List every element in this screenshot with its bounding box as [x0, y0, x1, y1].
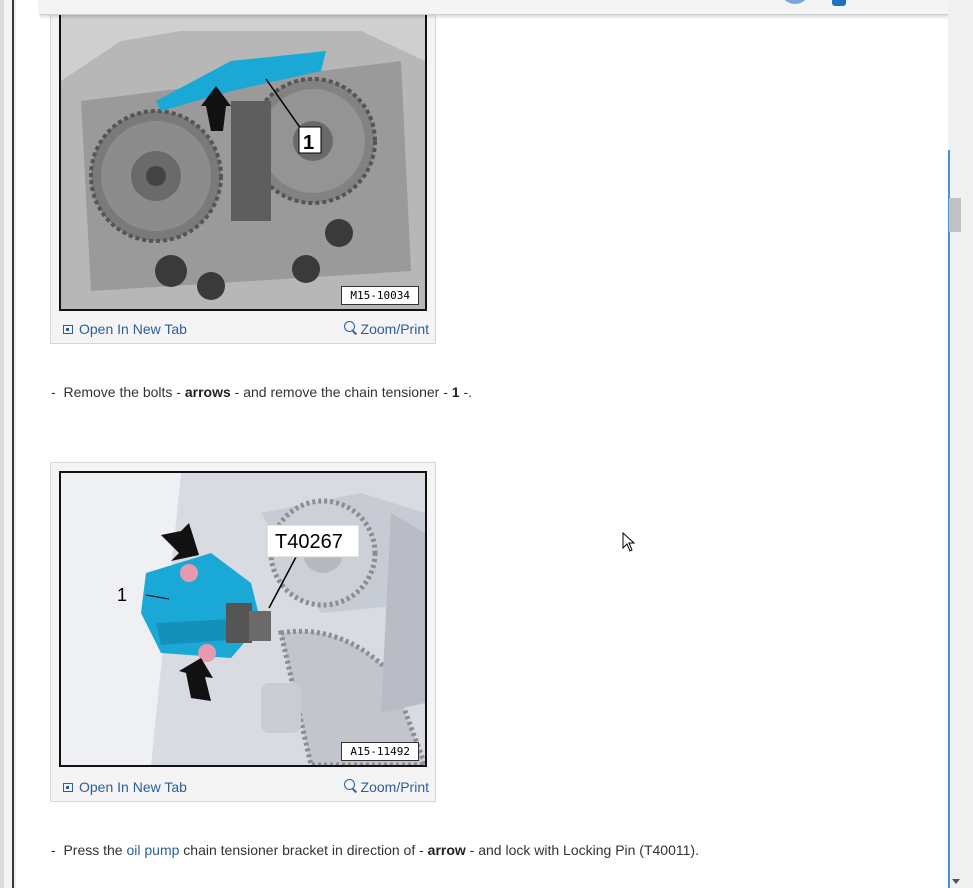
scrollbar-accent	[948, 150, 950, 888]
scrollbar-thumb[interactable]	[949, 198, 961, 232]
oil-pump-link[interactable]: oil pump	[126, 842, 179, 858]
figure-image[interactable]: 1 T40267 A15-11492	[59, 471, 427, 767]
mouse-pointer-icon	[622, 532, 636, 552]
left-frame-line	[12, 0, 14, 888]
figure-code: A15-11492	[341, 742, 419, 761]
open-in-new-tab-link[interactable]: Open In New Tab	[63, 779, 187, 795]
figure-callout-1: 1	[117, 585, 127, 605]
figure-actions: Open In New Tab Zoom/Print	[51, 773, 435, 801]
open-in-new-tab-icon	[63, 783, 73, 792]
zoom-icon	[343, 321, 355, 332]
engine-timing-illustration: 1	[61, 1, 425, 309]
vertical-scrollbar[interactable]	[948, 0, 973, 888]
open-in-new-tab-icon	[63, 325, 73, 334]
add-icon[interactable]	[832, 0, 846, 6]
left-frame-bar	[0, 0, 4, 888]
tensioner-illustration: 1 T40267	[61, 473, 425, 765]
figure-callout-1: 1	[303, 132, 314, 154]
zoom-print-link[interactable]: Zoom/Print	[343, 779, 429, 795]
scroll-down-arrow-icon[interactable]	[952, 879, 960, 884]
document-content: 1 M15-10034 Open In New Tab Zoom/Print -…	[16, 0, 948, 888]
step-remove-bolts: - Remove the bolts - arrows - and remove…	[51, 384, 473, 400]
zoom-icon	[343, 779, 355, 790]
figure-actions: Open In New Tab Zoom/Print	[51, 315, 435, 343]
open-in-new-tab-link[interactable]: Open In New Tab	[63, 321, 187, 337]
left-window-frame	[0, 0, 14, 888]
figure-image[interactable]: 1 M15-10034	[59, 0, 427, 311]
step-press-bracket: - Press the oil pump chain tensioner bra…	[51, 842, 699, 858]
figure-code: M15-10034	[341, 286, 419, 305]
tool-label: T40267	[275, 531, 343, 553]
figure-timing-chain-1: 1 M15-10034 Open In New Tab Zoom/Print	[50, 0, 436, 344]
top-toolbar	[40, 0, 948, 15]
figure-chain-tensioner-2: 1 T40267 A15-11492 Open In New Tab Zoom/…	[50, 462, 436, 802]
zoom-print-link[interactable]: Zoom/Print	[343, 321, 429, 337]
user-avatar[interactable]	[780, 0, 810, 4]
